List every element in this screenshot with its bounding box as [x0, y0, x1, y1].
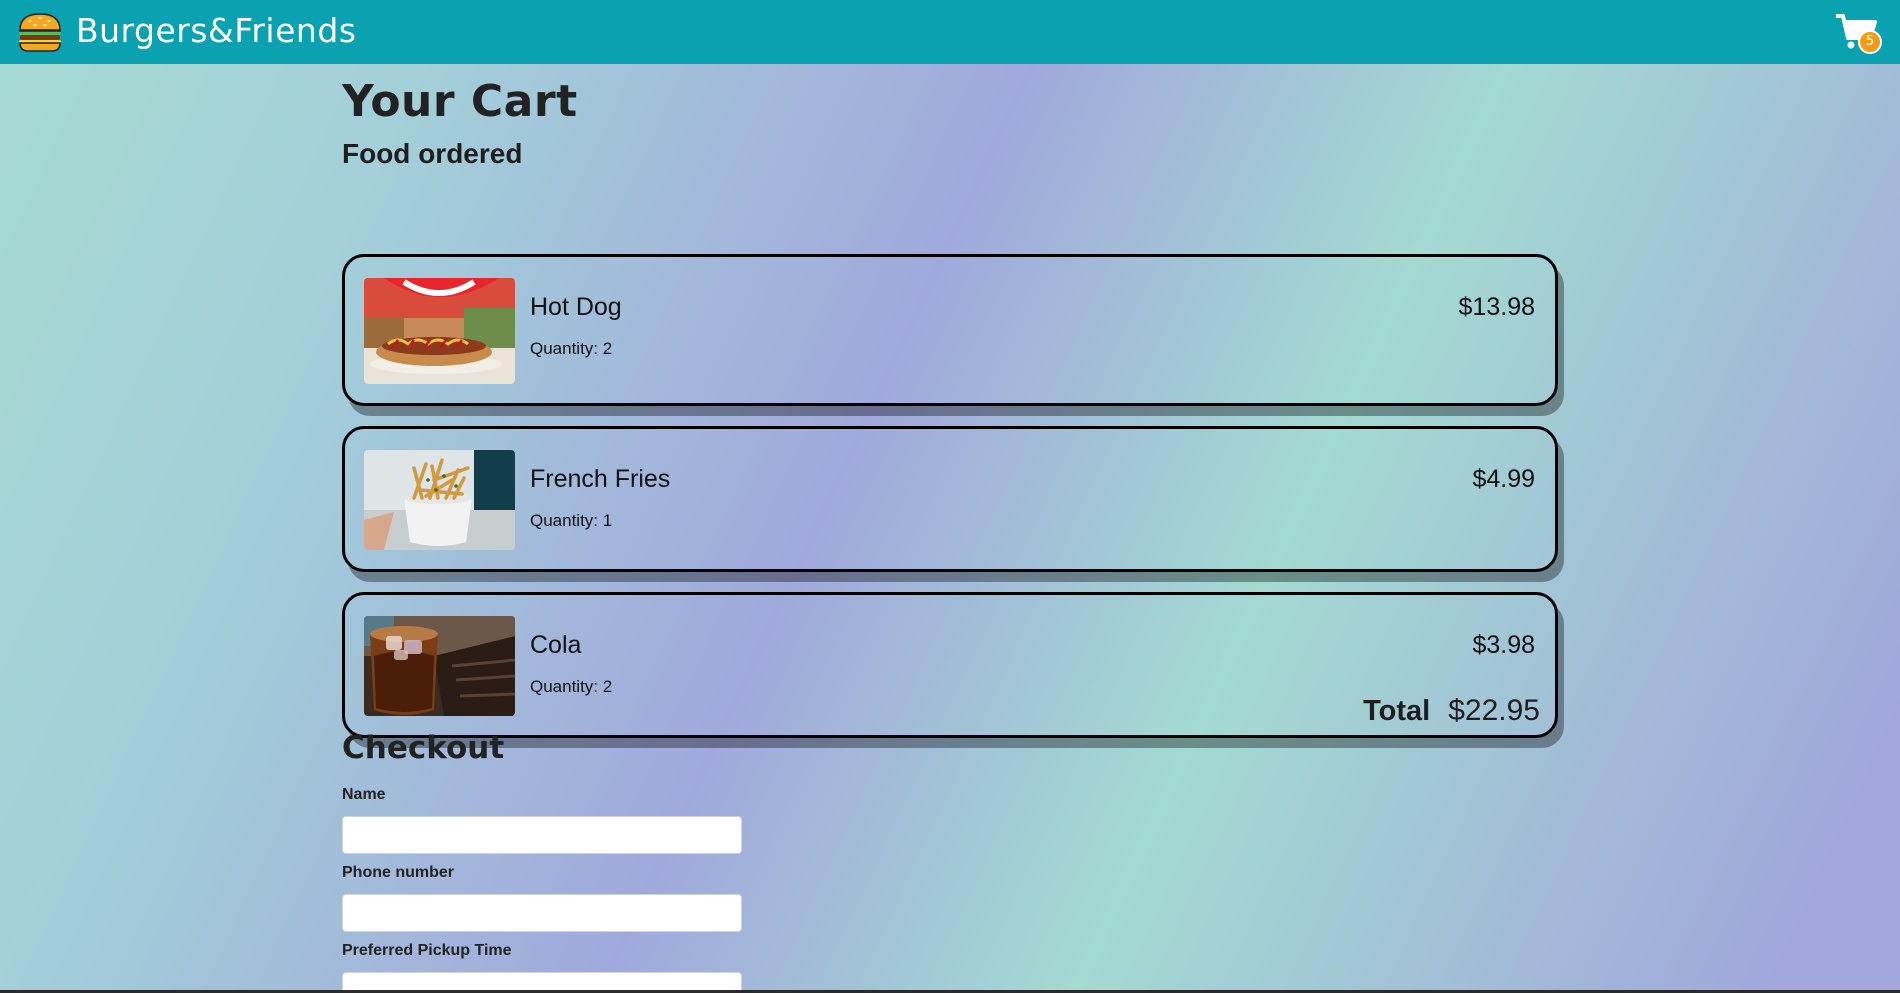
item-price: $4.99	[1472, 465, 1535, 493]
item-name: Cola	[530, 631, 582, 659]
food-ordered-heading: Food ordered	[342, 138, 523, 169]
cola-photo	[364, 616, 515, 716]
page-title: Your Cart	[342, 76, 578, 127]
name-field[interactable]	[342, 816, 742, 854]
pickup-time-label: Preferred Pickup Time	[342, 942, 512, 959]
brand-name[interactable]: Burgers&Friends	[76, 11, 356, 50]
name-label: Name	[342, 786, 386, 803]
phone-label: Phone number	[342, 864, 455, 881]
phone-field[interactable]	[342, 894, 742, 932]
cart-count-badge: 5	[1858, 30, 1882, 54]
hot-dog-photo	[364, 278, 515, 384]
cart-total: Total $22.95	[1363, 694, 1540, 728]
item-quantity: Quantity: 2	[530, 677, 613, 696]
french-fries-photo	[364, 450, 515, 550]
top-navbar: Burgers&Friends 5	[0, 0, 1900, 64]
pickup-time-field[interactable]	[342, 972, 742, 992]
total-label: Total	[1363, 695, 1431, 727]
item-quantity: Quantity: 2	[530, 339, 613, 358]
item-name: French Fries	[530, 465, 671, 493]
total-value: $22.95	[1448, 694, 1540, 727]
cart-button[interactable]: 5	[1834, 12, 1882, 56]
item-name: Hot Dog	[530, 293, 622, 321]
item-price: $13.98	[1458, 293, 1535, 321]
item-price: $3.98	[1472, 631, 1535, 659]
checkout-heading: Checkout	[342, 730, 505, 766]
cart-item[interactable]: Hot Dog Quantity: 2 $13.98	[342, 254, 1558, 406]
item-quantity: Quantity: 1	[530, 511, 613, 530]
burger-icon[interactable]	[16, 10, 64, 54]
cart-item[interactable]: French Fries Quantity: 1 $4.99	[342, 426, 1558, 572]
